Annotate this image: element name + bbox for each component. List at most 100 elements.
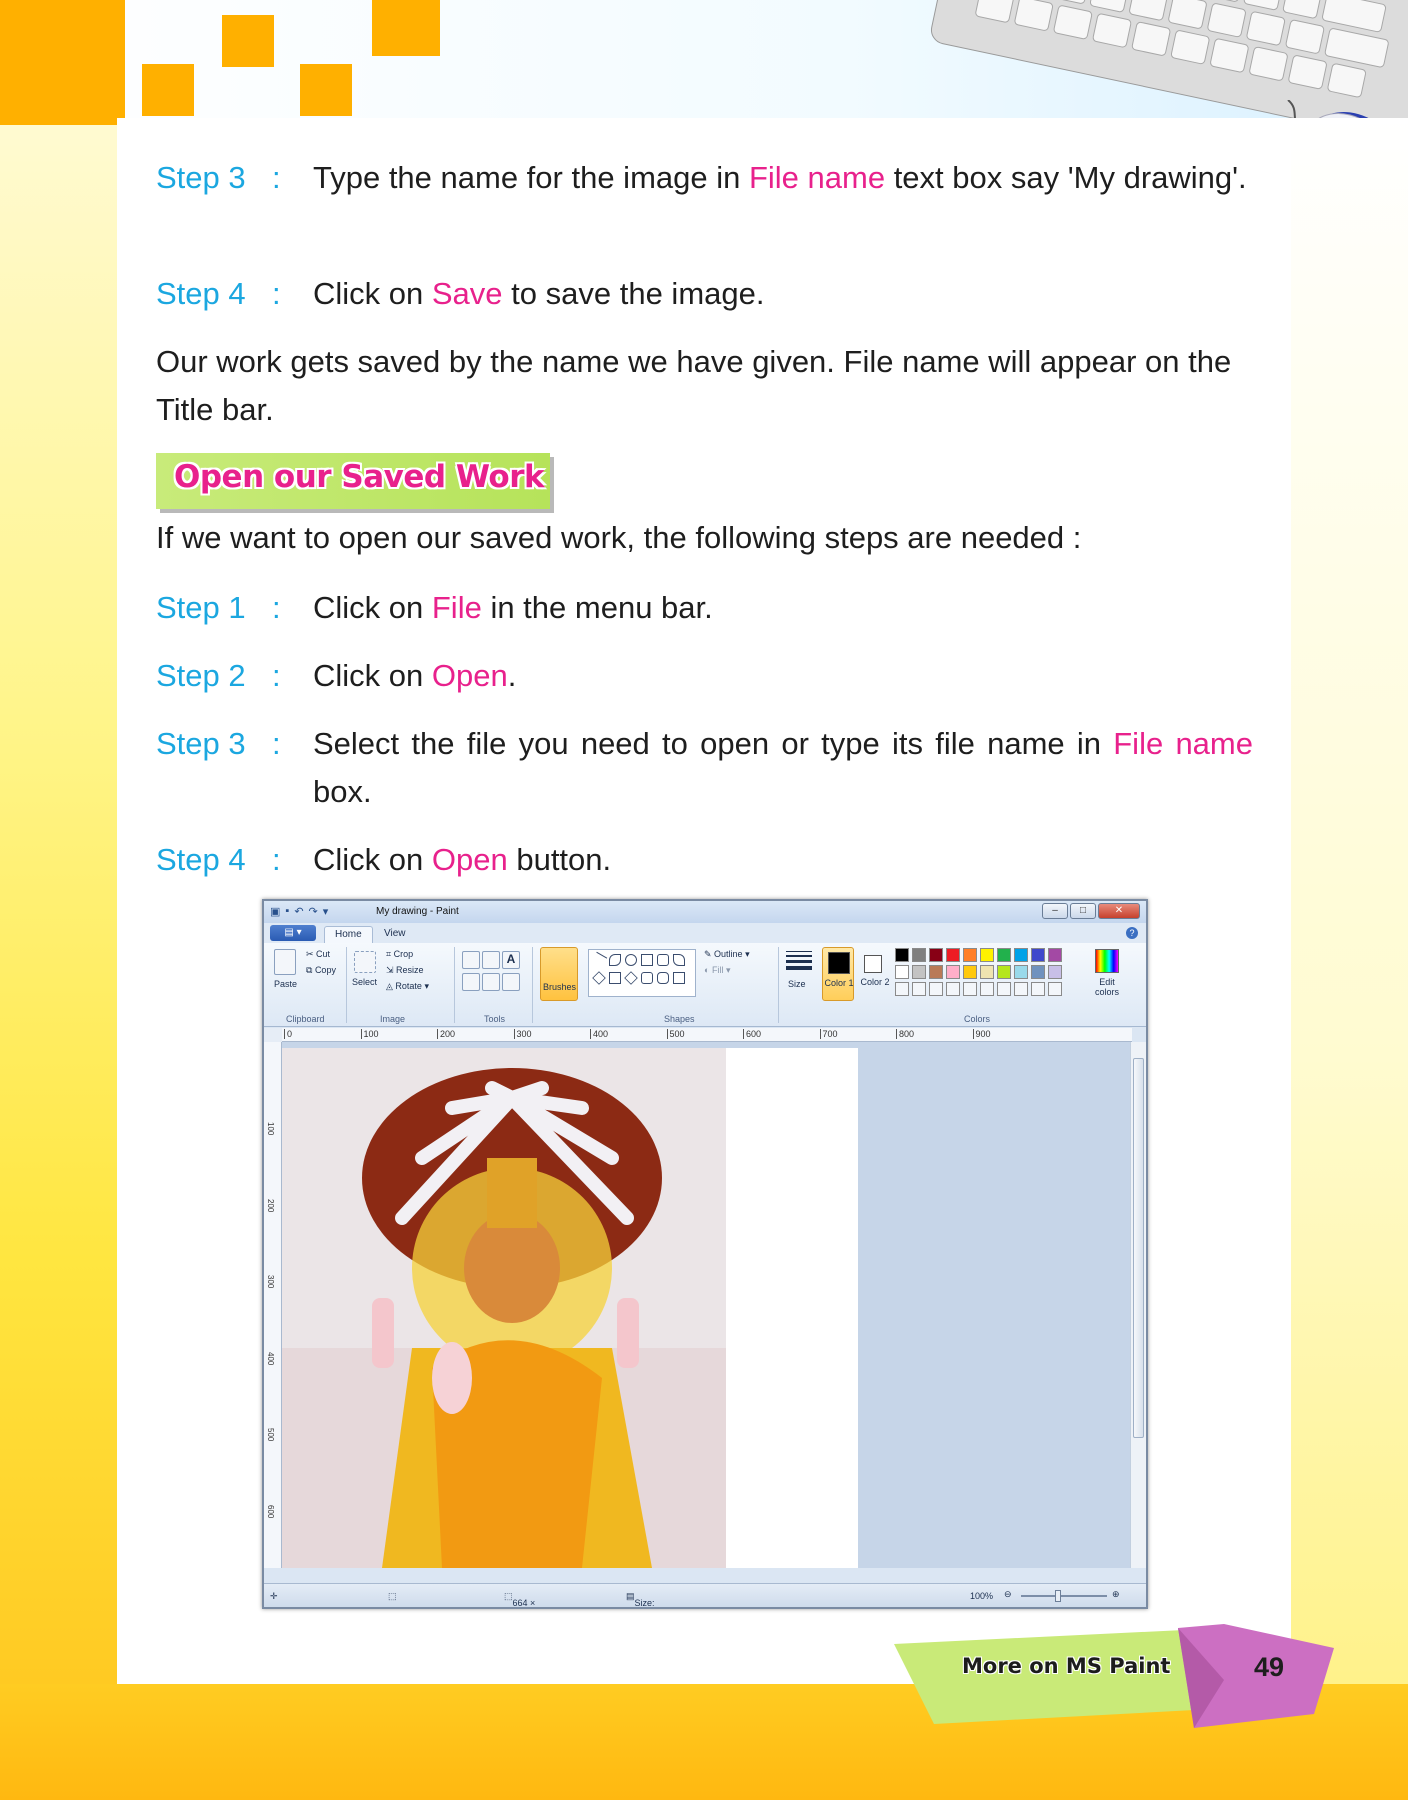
edit-colors-button[interactable]: Edit colors <box>1092 977 1122 997</box>
step-colon: : <box>272 276 281 311</box>
zoom-in-icon[interactable]: ⊕ <box>1112 1589 1120 1600</box>
palette-swatch[interactable] <box>1048 948 1062 962</box>
select-icon[interactable] <box>354 951 376 973</box>
arrow-shape-icon[interactable] <box>673 972 685 984</box>
undo-icon[interactable]: ↶ <box>294 905 303 918</box>
palette-swatch[interactable] <box>963 948 977 962</box>
paint-menu-button[interactable]: ▤ ▾ <box>270 925 316 941</box>
palette-swatch[interactable] <box>1031 948 1045 962</box>
quick-access-toolbar: ▣ ▪ ↶ ↷ ▾ <box>270 905 328 918</box>
copy-button[interactable]: ⧉ Copy <box>306 965 336 976</box>
magnifier-icon[interactable] <box>502 973 520 991</box>
vertical-scrollbar[interactable] <box>1130 1042 1146 1568</box>
zoom-slider-knob[interactable] <box>1055 1590 1061 1602</box>
color-1-button[interactable]: Color 1 <box>822 947 854 1001</box>
cut-button[interactable]: ✂ Cut <box>306 949 330 960</box>
paste-icon[interactable] <box>274 949 296 975</box>
palette-swatch[interactable] <box>895 948 909 962</box>
color-picker-icon[interactable] <box>482 973 500 991</box>
palette-swatch[interactable] <box>980 948 994 962</box>
empty-palette-swatch[interactable] <box>912 982 926 996</box>
right-triangle-shape-icon[interactable] <box>609 972 621 984</box>
fill-button[interactable]: ◐ Fill ▾ <box>704 965 730 976</box>
empty-palette-swatch[interactable] <box>1048 982 1062 996</box>
rounded-rectangle-shape-icon[interactable] <box>657 954 669 966</box>
maximize-button[interactable]: □ <box>1070 903 1096 919</box>
empty-palette-swatch[interactable] <box>980 982 994 996</box>
empty-palette-swatch[interactable] <box>963 982 977 996</box>
size-button[interactable]: Size <box>788 979 806 989</box>
palette-swatch[interactable] <box>963 965 977 979</box>
brushes-button[interactable]: Brushes <box>540 947 578 1001</box>
color-2-swatch[interactable] <box>864 955 882 973</box>
zoom-slider[interactable] <box>1021 1590 1107 1602</box>
palette-swatch[interactable] <box>929 965 943 979</box>
paint-app-icon[interactable]: ▣ <box>270 905 280 918</box>
palette-swatch[interactable] <box>912 965 926 979</box>
tab-home[interactable]: Home <box>324 926 373 943</box>
step-label: Step 2 <box>156 658 246 693</box>
pentagon-shape-icon[interactable] <box>641 972 653 984</box>
palette-swatch[interactable] <box>980 965 994 979</box>
orange-square <box>372 0 440 56</box>
text-tool-icon[interactable]: A <box>502 951 520 969</box>
highlight-text: Save <box>431 276 503 311</box>
paste-button[interactable]: Paste <box>274 979 297 989</box>
scrollbar-thumb[interactable] <box>1133 1058 1144 1438</box>
palette-swatch[interactable] <box>929 948 943 962</box>
empty-palette-swatch[interactable] <box>895 982 909 996</box>
fill-bucket-icon[interactable] <box>482 951 500 969</box>
triangle-shape-icon[interactable] <box>592 971 606 985</box>
highlight-text: File name <box>748 160 886 195</box>
palette-swatch[interactable] <box>946 948 960 962</box>
pencil-icon[interactable] <box>462 951 480 969</box>
redo-icon[interactable]: ↷ <box>309 905 318 918</box>
empty-palette-swatch[interactable] <box>997 982 1011 996</box>
help-icon[interactable]: ? <box>1126 927 1138 939</box>
empty-palette-swatch[interactable] <box>946 982 960 996</box>
open-step-2: Step 2 : Click on Open. <box>156 652 1256 700</box>
palette-swatch[interactable] <box>912 948 926 962</box>
ruler-tick-label: 300 <box>266 1275 275 1289</box>
group-label: Clipboard <box>286 1014 325 1024</box>
ruler-corner <box>264 1028 282 1042</box>
palette-swatch[interactable] <box>997 948 1011 962</box>
minimize-button[interactable]: – <box>1042 903 1068 919</box>
crop-button[interactable]: ⌗ Crop <box>386 949 413 960</box>
palette-swatch[interactable] <box>1048 965 1062 979</box>
palette-swatch[interactable] <box>997 965 1011 979</box>
select-button[interactable]: Select <box>352 977 377 987</box>
resize-button[interactable]: ⇲ Resize <box>386 965 424 976</box>
empty-palette-swatch[interactable] <box>1031 982 1045 996</box>
outline-button[interactable]: ✎ Outline ▾ <box>704 949 750 960</box>
polygon-shape-icon[interactable] <box>673 954 685 966</box>
title-bar: ▣ ▪ ↶ ↷ ▾ My drawing - Paint – □ ✕ <box>264 901 1146 923</box>
line-shape-icon[interactable] <box>590 951 608 969</box>
shapes-gallery[interactable] <box>588 949 696 997</box>
hexagon-shape-icon[interactable] <box>657 972 669 984</box>
diamond-shape-icon[interactable] <box>624 971 638 985</box>
color-1-label: Color 1 <box>824 978 854 988</box>
rectangle-shape-icon[interactable] <box>641 954 653 966</box>
customize-icon[interactable]: ▾ <box>323 905 329 918</box>
tab-view[interactable]: View <box>374 926 416 943</box>
empty-palette-swatch[interactable] <box>929 982 943 996</box>
eraser-icon[interactable] <box>462 973 480 991</box>
canvas-area <box>282 1042 1132 1568</box>
palette-swatch[interactable] <box>1031 965 1045 979</box>
palette-swatch[interactable] <box>946 965 960 979</box>
close-button[interactable]: ✕ <box>1098 903 1140 919</box>
save-icon[interactable]: ▪ <box>285 905 289 918</box>
palette-swatch[interactable] <box>1014 965 1028 979</box>
size-icon[interactable] <box>786 951 812 973</box>
zoom-out-icon[interactable]: ⊖ <box>1004 1589 1012 1600</box>
step-text: Click on File in the menu bar. <box>313 590 713 625</box>
edit-colors-icon[interactable] <box>1095 949 1119 973</box>
rotate-button[interactable]: ◬ Rotate ▾ <box>386 981 429 992</box>
oval-shape-icon[interactable] <box>625 954 637 966</box>
curve-shape-icon[interactable] <box>609 954 621 966</box>
color-2-label[interactable]: Color 2 <box>860 977 890 987</box>
palette-swatch[interactable] <box>895 965 909 979</box>
empty-palette-swatch[interactable] <box>1014 982 1028 996</box>
palette-swatch[interactable] <box>1014 948 1028 962</box>
